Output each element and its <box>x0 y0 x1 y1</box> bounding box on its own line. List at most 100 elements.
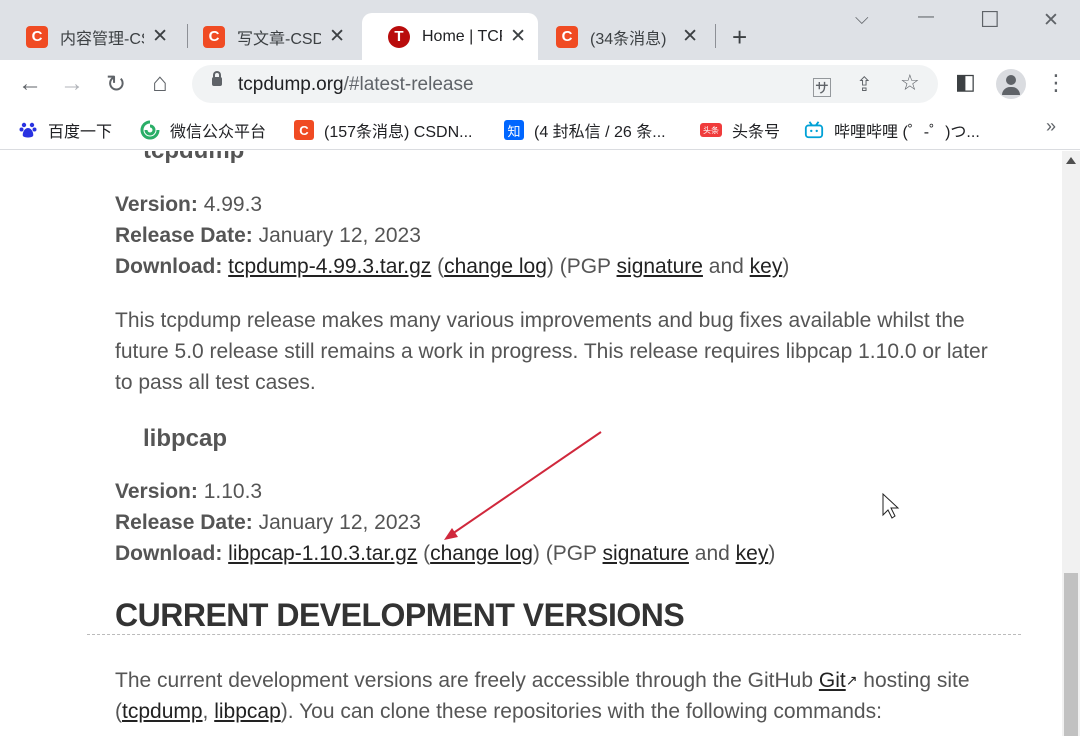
lock-icon[interactable] <box>212 71 222 86</box>
tab-title: 内容管理-CSDN <box>60 30 144 48</box>
translate-icon[interactable]: 🈂 <box>812 72 832 101</box>
version-label: Version: <box>115 193 198 216</box>
reload-icon[interactable]: ↻ <box>102 70 130 99</box>
scroll-up-arrow-icon[interactable] <box>1066 157 1076 164</box>
tab-separator <box>715 24 716 48</box>
libpcap-heading: libpcap <box>143 425 228 452</box>
dev-description: The current development versions are fre… <box>115 669 970 723</box>
tcpdump-version-line: Version: 4.99.3 <box>115 193 262 217</box>
new-tab-icon[interactable]: + <box>732 22 747 53</box>
minimize-icon[interactable]: — <box>918 8 934 26</box>
tcpdump-heading: tcpdump <box>143 151 244 165</box>
tcpdump-key-link[interactable]: key <box>750 255 783 278</box>
heading-divider <box>87 634 1021 635</box>
bookmark-label: (157条消息) CSDN... <box>324 124 473 141</box>
release-date-label: Release Date: <box>115 511 253 534</box>
dev-text: The current development versions are fre… <box>115 669 814 692</box>
bookmark-bilibili[interactable]: 哔哩哔哩 (゜-゜)つ... <box>804 118 980 142</box>
tab-search-icon[interactable]: ⌵ <box>855 8 869 29</box>
tab-strip: C 内容管理-CSDN ✕ C 写文章-CSDN ✕ T Home | TCPD… <box>0 0 1080 60</box>
tcpdump-repo-link[interactable]: tcpdump <box>122 700 203 723</box>
tab-write-article[interactable]: C 写文章-CSDN ✕ <box>177 13 357 60</box>
scrollbar-thumb[interactable] <box>1064 573 1078 736</box>
libpcap-version-line: Version: 1.10.3 <box>115 480 262 504</box>
url-path: /#latest-release <box>343 74 474 95</box>
bookmark-label: 头条号 <box>732 124 781 141</box>
download-label: Download: <box>115 542 223 565</box>
bookmarks-bar: 百度一下 微信公众平台 C (157条消息) CSDN... 知 (4 封私信 … <box>0 108 1080 150</box>
libpcap-changelog-link[interactable]: change log <box>430 542 533 565</box>
tcpdump-version: 4.99.3 <box>203 193 263 216</box>
back-arrow-icon[interactable]: ← <box>16 70 44 98</box>
libpcap-repo-link[interactable]: libpcap <box>214 700 281 723</box>
wechat-icon <box>140 120 160 140</box>
bookmark-label: 微信公众平台 <box>170 124 267 141</box>
bookmarks-overflow-icon[interactable]: » <box>1046 116 1056 137</box>
and-text: and <box>708 255 744 278</box>
window-close-icon[interactable]: ✕ <box>1043 9 1059 32</box>
url-text[interactable]: tcpdump.org/#latest-release <box>238 74 474 96</box>
bookmark-zhihu[interactable]: 知 (4 封私信 / 26 条... <box>504 118 666 142</box>
tab-content-management[interactable]: C 内容管理-CSDN ✕ <box>0 13 180 60</box>
tab-close-icon[interactable]: ✕ <box>510 25 526 48</box>
zhihu-icon: 知 <box>504 120 524 140</box>
forward-arrow-icon[interactable]: → <box>58 70 86 98</box>
tab-close-icon[interactable]: ✕ <box>682 25 698 48</box>
browser-toolbar: ← → ↻ ⌂ tcpdump.org/#latest-release 🈂 ⇪ … <box>0 60 1080 108</box>
tab-close-icon[interactable]: ✕ <box>152 25 168 48</box>
tcpdump-tarball-link[interactable]: tcpdump-4.99.3.tar.gz <box>228 255 431 278</box>
menu-icon[interactable]: ⋮ <box>1045 70 1067 96</box>
page-viewport: tcpdump Version: 4.99.3 Release Date: Ja… <box>0 151 1062 736</box>
bookmark-label: (4 封私信 / 26 条... <box>534 124 666 141</box>
tcpdump-signature-link[interactable]: signature <box>617 255 703 278</box>
pgp-text: (PGP <box>559 255 611 278</box>
address-bar[interactable]: tcpdump.org/#latest-release 🈂 ⇪ ☆ <box>192 65 938 103</box>
download-label: Download: <box>115 255 223 278</box>
git-link[interactable]: Git <box>819 669 846 692</box>
bilibili-icon <box>804 120 824 140</box>
pgp-text: (PGP <box>545 542 597 565</box>
libpcap-version: 1.10.3 <box>203 480 263 503</box>
libpcap-signature-link[interactable]: signature <box>603 542 689 565</box>
side-panel-icon[interactable]: ◧ <box>955 69 976 95</box>
csdn-icon: C <box>294 120 314 140</box>
bookmark-csdn[interactable]: C (157条消息) CSDN... <box>294 118 472 142</box>
toutiao-icon: 头条 <box>700 123 722 137</box>
tcpdump-release-date: January 12, 2023 <box>258 224 421 247</box>
tab-title: Home | TCPDUMP <box>422 27 502 45</box>
libpcap-date-line: Release Date: January 12, 2023 <box>115 511 421 535</box>
tab-messages[interactable]: C (34条消息) ✕ <box>530 13 710 60</box>
bookmark-label: 百度一下 <box>48 124 113 141</box>
release-date-label: Release Date: <box>115 224 253 247</box>
tcpdump-favicon-icon: T <box>388 25 410 48</box>
tcpdump-description: This tcpdump release makes many various … <box>115 309 988 394</box>
tab-title: (34条消息) <box>590 30 667 48</box>
bookmark-wechat[interactable]: 微信公众平台 <box>140 118 266 142</box>
bookmark-label: 哔哩哔哩 (゜-゜)つ... <box>834 124 980 141</box>
bookmark-toutiao[interactable]: 头条 头条号 <box>700 118 780 142</box>
csdn-favicon-icon: C <box>26 25 48 48</box>
csdn-favicon-icon: C <box>203 25 225 48</box>
libpcap-release-date: January 12, 2023 <box>258 511 421 534</box>
tcpdump-changelog-link[interactable]: change log <box>444 255 547 278</box>
tab-close-icon[interactable]: ✕ <box>329 25 345 48</box>
libpcap-key-link[interactable]: key <box>736 542 769 565</box>
libpcap-tarball-link[interactable]: libpcap-1.10.3.tar.gz <box>228 542 417 565</box>
csdn-favicon-icon: C <box>556 25 578 48</box>
tab-title: 写文章-CSDN <box>237 30 322 48</box>
profile-avatar-icon[interactable] <box>996 69 1026 99</box>
dev-versions-heading: CURRENT DEVELOPMENT VERSIONS <box>115 597 685 633</box>
url-host: tcpdump.org <box>238 74 344 95</box>
dev-text: ). You can clone these repositories with… <box>280 700 882 723</box>
tcpdump-date-line: Release Date: January 12, 2023 <box>115 224 421 248</box>
maximize-icon[interactable]: ☐ <box>980 7 1000 33</box>
tcpdump-download-line: Download: tcpdump-4.99.3.tar.gz (change … <box>115 255 790 278</box>
bookmark-star-icon[interactable]: ☆ <box>900 70 920 96</box>
share-icon[interactable]: ⇪ <box>856 72 873 97</box>
baidu-icon <box>18 120 38 140</box>
version-label: Version: <box>115 480 198 503</box>
tab-tcpdump-home[interactable]: T Home | TCPDUMP ✕ <box>362 13 538 60</box>
home-icon[interactable]: ⌂ <box>146 67 174 98</box>
bookmark-baidu[interactable]: 百度一下 <box>18 118 112 142</box>
vertical-scrollbar[interactable] <box>1062 151 1080 736</box>
